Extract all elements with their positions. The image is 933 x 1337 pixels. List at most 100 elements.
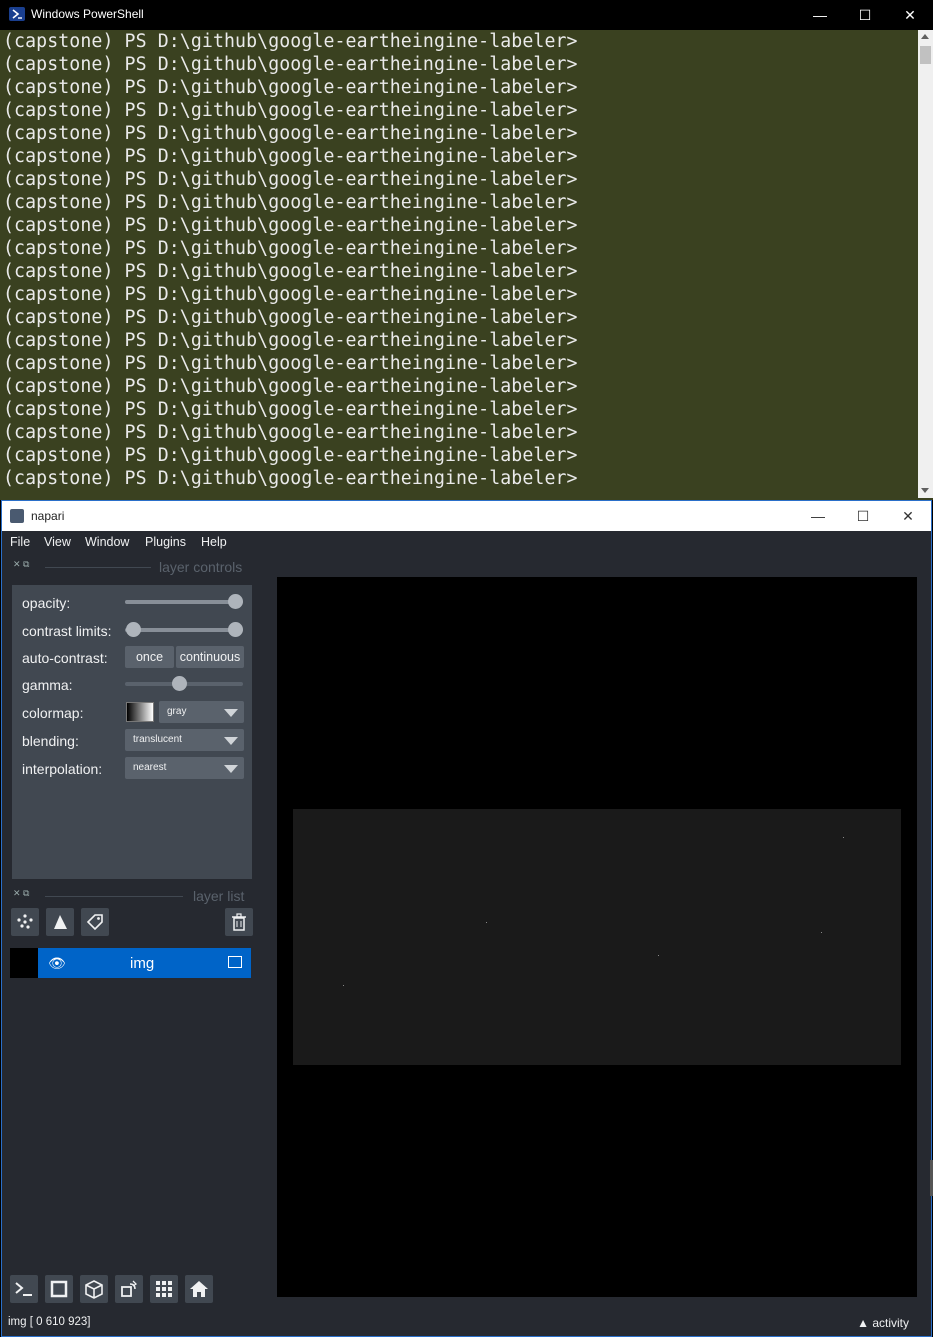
layer-item-img[interactable]: 👁 img: [10, 948, 251, 978]
points-icon: [17, 914, 33, 929]
transpose-dimensions-button[interactable]: [115, 1275, 143, 1303]
colormap-dropdown[interactable]: gray: [159, 701, 244, 723]
terminal-line: (capstone) PS D:\github\google-eartheing…: [3, 31, 578, 52]
terminal-icon: [15, 1282, 32, 1296]
terminal-line: (capstone) PS D:\github\google-eartheing…: [3, 146, 578, 167]
contrast-limits-slider[interactable]: [125, 628, 243, 632]
terminal-line: (capstone) PS D:\github\google-eartheing…: [3, 376, 578, 397]
napari-title: napari: [31, 509, 65, 523]
opacity-label: opacity:: [22, 595, 71, 611]
contrast-limits-label: contrast limits:: [22, 623, 112, 639]
menu-help[interactable]: Help: [201, 535, 227, 549]
terminal-line: (capstone) PS D:\github\google-eartheing…: [3, 169, 578, 190]
grid-view-button[interactable]: [150, 1275, 178, 1303]
napari-logo-icon: [10, 509, 24, 523]
terminal-line: (capstone) PS D:\github\google-eartheing…: [3, 215, 578, 236]
terminal-line: (capstone) PS D:\github\google-eartheing…: [3, 100, 578, 121]
opacity-slider-fill: [125, 600, 243, 604]
satellite-image: [293, 809, 901, 1065]
gamma-label: gamma:: [22, 677, 73, 693]
console-button[interactable]: [10, 1275, 38, 1303]
terminal-line: (capstone) PS D:\github\google-eartheing…: [3, 422, 578, 443]
terminal-line: (capstone) PS D:\github\google-eartheing…: [3, 399, 578, 420]
home-icon: [190, 1281, 208, 1297]
powershell-scroll-thumb[interactable]: [920, 46, 931, 64]
blending-dropdown[interactable]: translucent: [125, 729, 244, 751]
terminal-line: (capstone) PS D:\github\google-eartheing…: [3, 77, 578, 98]
image-speck: [658, 955, 659, 956]
layer-list-header: ✕ ⧉ layer list: [13, 888, 249, 904]
menu-view[interactable]: View: [44, 535, 71, 549]
image-speck: [821, 932, 822, 933]
new-points-layer-button[interactable]: [11, 908, 39, 936]
reset-view-button[interactable]: [185, 1275, 213, 1303]
chevron-down-icon: [224, 765, 238, 773]
auto-contrast-once-button[interactable]: once: [125, 646, 174, 668]
powershell-terminal[interactable]: (capstone) PS D:\github\google-eartheing…: [0, 30, 918, 490]
visibility-eye-icon[interactable]: 👁: [48, 955, 66, 972]
terminal-line: (capstone) PS D:\github\google-eartheing…: [3, 238, 578, 259]
contrast-max-handle[interactable]: [228, 622, 243, 637]
powershell-close-button[interactable]: ✕: [887, 0, 933, 30]
powershell-scrollbar[interactable]: [918, 30, 933, 498]
auto-contrast-label: auto-contrast:: [22, 650, 108, 666]
dock-float-icons[interactable]: ✕ ⧉: [13, 559, 29, 570]
shapes-icon: [54, 915, 67, 929]
interpolation-dropdown[interactable]: nearest: [125, 757, 244, 779]
chevron-down-icon: [224, 709, 238, 717]
image-canvas[interactable]: [277, 577, 917, 1297]
contrast-min-handle[interactable]: [126, 622, 141, 637]
powershell-title: Windows PowerShell: [31, 7, 144, 21]
auto-contrast-continuous-button[interactable]: continuous: [176, 646, 244, 668]
napari-window: napari — ☐ ✕ File View Window Plugins He…: [1, 500, 932, 1337]
napari-minimize-button[interactable]: —: [795, 501, 841, 531]
powershell-minimize-button[interactable]: —: [797, 0, 843, 30]
terminal-line: (capstone) PS D:\github\google-eartheing…: [3, 54, 578, 75]
terminal-line: (capstone) PS D:\github\google-eartheing…: [3, 353, 578, 374]
roll-dimensions-button[interactable]: [80, 1275, 108, 1303]
menu-window[interactable]: Window: [85, 535, 129, 549]
header-divider: [45, 567, 151, 568]
new-shapes-layer-button[interactable]: [46, 908, 74, 936]
menu-plugins[interactable]: Plugins: [145, 535, 186, 549]
toggle-ndisplay-button[interactable]: [45, 1275, 73, 1303]
header-divider: [45, 896, 183, 897]
opacity-slider-handle[interactable]: [228, 594, 243, 609]
status-bar-text: img [ 0 610 923]: [8, 1316, 91, 1328]
powershell-maximize-button[interactable]: ☐: [842, 0, 888, 30]
new-labels-layer-button[interactable]: [81, 908, 109, 936]
opacity-slider[interactable]: [125, 600, 243, 604]
image-speck: [486, 922, 487, 923]
layer-controls-panel: opacity: contrast limits: auto-contrast:…: [12, 585, 252, 879]
menubar: File View Window Plugins Help: [2, 531, 931, 555]
label-tag-icon: [86, 914, 103, 931]
cube-icon: [85, 1280, 103, 1299]
powershell-titlebar[interactable]: Windows PowerShell — ☐ ✕: [0, 0, 933, 30]
powershell-window: Windows PowerShell — ☐ ✕ (capstone) PS D…: [0, 0, 933, 500]
terminal-line: (capstone) PS D:\github\google-eartheing…: [3, 468, 578, 489]
terminal-line: (capstone) PS D:\github\google-eartheing…: [3, 445, 578, 466]
transpose-icon: [121, 1280, 138, 1297]
colormap-label: colormap:: [22, 705, 84, 721]
menu-file[interactable]: File: [10, 535, 30, 549]
dock-float-icons[interactable]: ✕ ⧉: [13, 888, 29, 899]
napari-titlebar[interactable]: napari — ☐ ✕: [2, 501, 931, 531]
delete-layer-button[interactable]: [225, 908, 253, 936]
terminal-line: (capstone) PS D:\github\google-eartheing…: [3, 307, 578, 328]
scroll-up-arrow-icon[interactable]: [921, 34, 929, 39]
napari-maximize-button[interactable]: ☐: [840, 501, 886, 531]
activity-button[interactable]: ▲ activity: [857, 1316, 909, 1330]
image-speck: [843, 837, 844, 838]
layer-controls-title: layer controls: [159, 559, 243, 575]
image-layer-icon: [228, 956, 242, 968]
scroll-down-arrow-icon[interactable]: [921, 488, 929, 493]
layer-name[interactable]: img: [130, 955, 154, 972]
terminal-line: (capstone) PS D:\github\google-eartheing…: [3, 330, 578, 351]
grid-icon: [156, 1281, 172, 1297]
terminal-line: (capstone) PS D:\github\google-eartheing…: [3, 123, 578, 144]
chevron-up-icon: ▲: [857, 1316, 869, 1330]
interpolation-value: nearest: [133, 762, 167, 773]
chevron-down-icon: [224, 737, 238, 745]
napari-close-button[interactable]: ✕: [885, 501, 931, 531]
gamma-slider-handle[interactable]: [172, 676, 187, 691]
